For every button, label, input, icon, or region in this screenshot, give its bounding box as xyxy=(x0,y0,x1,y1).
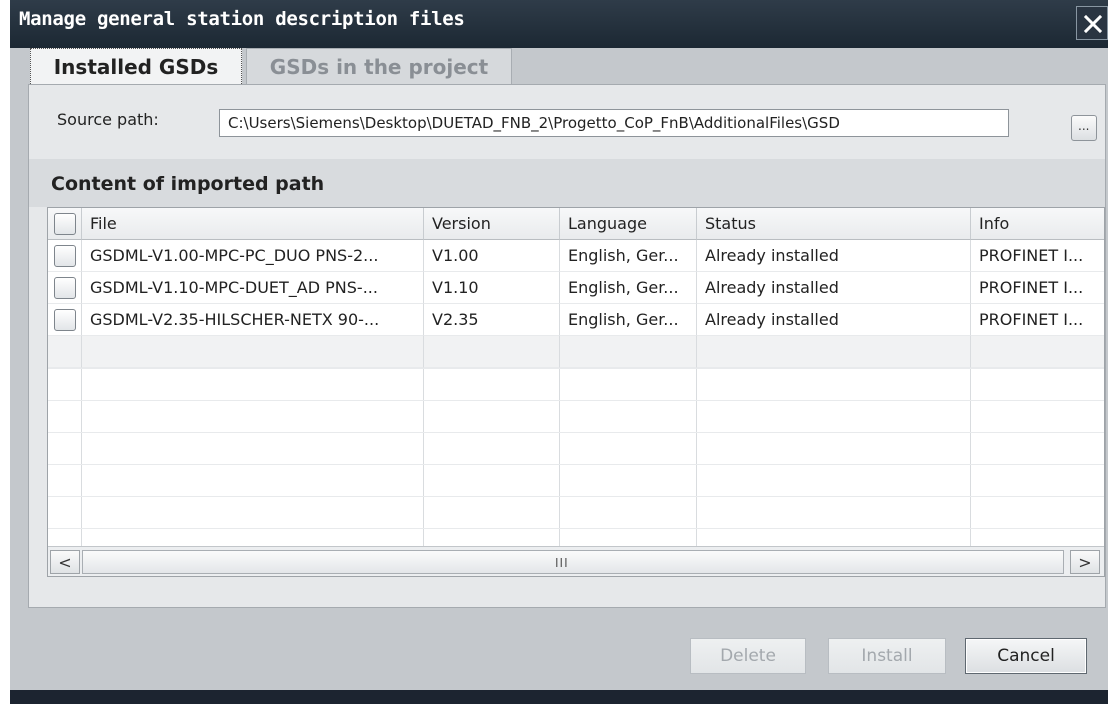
cancel-button[interactable]: Cancel xyxy=(965,638,1087,674)
tab-gsds-in-project[interactable]: GSDs in the project xyxy=(246,48,512,84)
cell-file[interactable]: GSDML-V1.00-MPC-PC_DUO PNS-2... xyxy=(82,240,424,272)
source-path-input[interactable]: C:\Users\Siemens\Desktop\DUETAD_FNB_2\Pr… xyxy=(219,109,1009,137)
tab-installed-gsds[interactable]: Installed GSDs xyxy=(30,48,242,84)
title-bar[interactable]: Manage general station description files xyxy=(10,0,1108,48)
install-button[interactable]: Install xyxy=(828,638,946,674)
column-header-status[interactable]: Status xyxy=(697,208,971,240)
cell-info[interactable]: PROFINET I... xyxy=(971,240,1104,272)
delete-button[interactable]: Delete xyxy=(690,638,806,674)
close-icon xyxy=(1084,15,1102,33)
window-bottom-edge xyxy=(10,690,1108,704)
empty-cell xyxy=(971,336,1104,368)
select-all-header[interactable] xyxy=(48,208,82,240)
chevron-left-icon: < xyxy=(58,552,72,572)
grip-icon: III xyxy=(555,556,569,570)
cell-language[interactable]: English, Ger... xyxy=(560,272,697,304)
cell-file[interactable]: GSDML-V1.10-MPC-DUET_AD PNS-... xyxy=(82,272,424,304)
empty-cell xyxy=(424,336,560,368)
row-checkbox[interactable] xyxy=(54,276,76,299)
empty-cell xyxy=(82,336,424,368)
browse-ellipsis: ... xyxy=(1078,119,1090,133)
empty-cell xyxy=(560,336,697,368)
empty-cell xyxy=(697,336,971,368)
row-checkbox[interactable] xyxy=(54,308,76,331)
scroll-thumb[interactable]: III xyxy=(82,550,1064,574)
cell-info[interactable]: PROFINET I... xyxy=(971,272,1104,304)
row-checkbox[interactable] xyxy=(54,244,76,267)
column-header-info[interactable]: Info xyxy=(971,208,1104,240)
gsd-table: File Version Language Status Info GSDML-… xyxy=(47,207,1105,577)
cell-status[interactable]: Already installed xyxy=(697,272,971,304)
window-title: Manage general station description files xyxy=(19,8,465,30)
table-row[interactable] xyxy=(48,304,82,336)
cell-version[interactable]: V1.10 xyxy=(424,272,560,304)
cell-status[interactable]: Already installed xyxy=(697,240,971,272)
scroll-left-button[interactable]: < xyxy=(50,550,80,574)
horizontal-scrollbar[interactable]: < III > xyxy=(48,546,1104,576)
table-row[interactable] xyxy=(48,240,82,272)
browse-button[interactable]: ... xyxy=(1071,115,1097,141)
cell-language[interactable]: English, Ger... xyxy=(560,240,697,272)
empty-row xyxy=(48,336,82,368)
source-path-label: Source path: xyxy=(57,110,159,129)
table-row[interactable] xyxy=(48,272,82,304)
column-header-version[interactable]: Version xyxy=(424,208,560,240)
column-header-file[interactable]: File xyxy=(82,208,424,240)
installed-gsds-panel: Source path: C:\Users\Siemens\Desktop\DU… xyxy=(28,84,1106,608)
cell-version[interactable]: V1.00 xyxy=(424,240,560,272)
close-button[interactable] xyxy=(1076,6,1108,40)
cell-language[interactable]: English, Ger... xyxy=(560,304,697,336)
manage-gsd-dialog: Manage general station description files… xyxy=(10,0,1108,704)
column-header-language[interactable]: Language xyxy=(560,208,697,240)
select-all-checkbox[interactable] xyxy=(54,212,76,235)
cell-version[interactable]: V2.35 xyxy=(424,304,560,336)
cell-info[interactable]: PROFINET I... xyxy=(971,304,1104,336)
cell-status[interactable]: Already installed xyxy=(697,304,971,336)
cell-file[interactable]: GSDML-V2.35-HILSCHER-NETX 90-... xyxy=(82,304,424,336)
chevron-right-icon: > xyxy=(1078,552,1092,572)
scroll-right-button[interactable]: > xyxy=(1070,550,1100,574)
empty-table-area xyxy=(48,368,1104,546)
content-title: Content of imported path xyxy=(51,173,325,195)
